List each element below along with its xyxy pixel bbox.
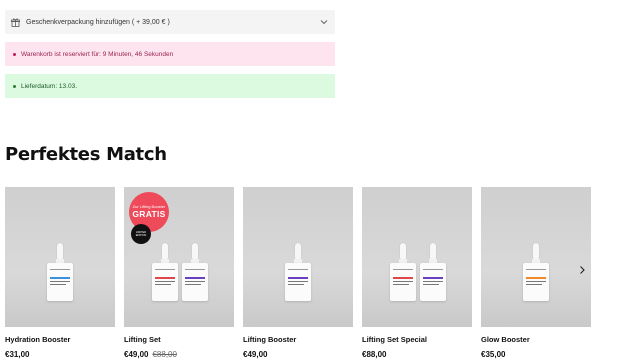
delivery-date-notice: Lieferdatum: 13.03. (5, 74, 335, 98)
gift-wrap-label: Geschenkverpackung hinzufügen ( + 39,00 … (26, 18, 170, 26)
bottle-image (47, 243, 73, 301)
product-price: €49,00 (243, 350, 268, 359)
chevron-down-icon[interactable] (319, 17, 329, 27)
product-price: €88,00 (362, 350, 387, 359)
bottle-image (152, 243, 178, 301)
bottle-image (420, 243, 446, 301)
product-card[interactable]: Lifting Set Special €88,00 (362, 187, 472, 359)
product-image[interactable] (243, 187, 353, 327)
product-name[interactable]: Lifting Booster (243, 335, 296, 344)
bullet-icon (13, 84, 16, 88)
product-price: €31,00 (5, 350, 30, 359)
limited-edition-badge: LIMITED EDITION (131, 224, 151, 244)
product-price-row: €31,00 (5, 350, 29, 359)
product-image[interactable] (362, 187, 472, 327)
product-name[interactable]: Lifting Set Special (362, 335, 427, 344)
product-carousel: Hydration Booster €31,00 Zur Lifting Boo… (0, 187, 640, 360)
product-image[interactable] (481, 187, 591, 327)
product-card[interactable]: Hydration Booster €31,00 (5, 187, 115, 359)
product-card[interactable]: Zur Lifting Booster GRATIS LIMITED EDITI… (124, 187, 234, 359)
product-image[interactable]: Zur Lifting Booster GRATIS LIMITED EDITI… (124, 187, 234, 327)
product-image[interactable] (5, 187, 115, 327)
gift-wrap-option[interactable]: Geschenkverpackung hinzufügen ( + 39,00 … (5, 10, 335, 34)
product-card[interactable]: Lifting Booster €49,00 (243, 187, 353, 359)
product-name[interactable]: Hydration Booster (5, 335, 70, 344)
carousel-next-button[interactable] (575, 263, 589, 277)
product-price-row: €88,00 (362, 350, 386, 359)
product-name[interactable]: Lifting Set (124, 335, 161, 344)
bottle-image (523, 243, 549, 301)
section-title: Perfektes Match (5, 144, 167, 165)
product-price-row: €35,00 (481, 350, 505, 359)
product-name[interactable]: Glow Booster (481, 335, 530, 344)
product-price: €49,00 (124, 350, 149, 359)
bullet-icon (13, 52, 16, 56)
chevron-right-icon (580, 266, 585, 274)
cart-reserved-text: Warenkorb ist reserviert für: 9 Minuten,… (21, 50, 174, 58)
gratis-badge-main: GRATIS (132, 209, 166, 220)
product-price: €35,00 (481, 350, 506, 359)
gift-icon (11, 18, 20, 27)
cart-reserved-notice: Warenkorb ist reserviert für: 9 Minuten,… (5, 42, 335, 66)
bottle-image (285, 243, 311, 301)
bottle-image (182, 243, 208, 301)
product-price-row: €49,00 €88,00 (124, 350, 177, 359)
product-price-row: €49,00 (243, 350, 267, 359)
product-card[interactable]: Glow Booster €35,00 (481, 187, 591, 359)
product-old-price: €88,00 (152, 350, 177, 359)
delivery-date-text: Lieferdatum: 13.03. (21, 82, 78, 90)
bottle-image (390, 243, 416, 301)
